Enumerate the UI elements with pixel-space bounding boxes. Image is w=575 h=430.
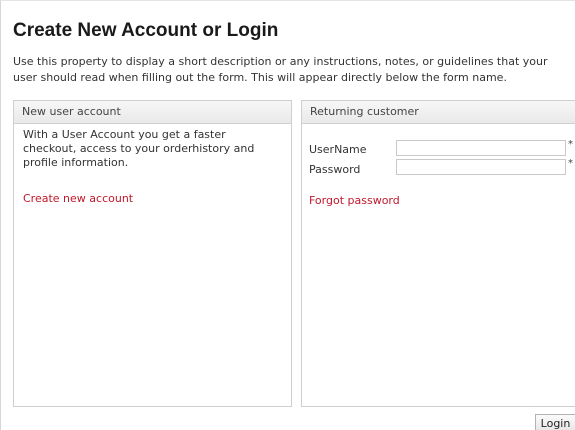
account-login-form: Create New Account or Login Use this pro…: [0, 0, 575, 430]
login-button[interactable]: Login: [535, 414, 575, 430]
username-required-mark: *: [568, 139, 573, 150]
returning-customer-panel: Returning customer UserName * Password *…: [301, 100, 575, 407]
username-field[interactable]: [396, 140, 566, 156]
password-field[interactable]: [396, 159, 566, 175]
password-required-mark: *: [568, 158, 573, 169]
returning-customer-panel-header: Returning customer: [302, 101, 575, 124]
form-description: Use this property to display a short des…: [13, 55, 548, 84]
page-title: Create New Account or Login: [13, 20, 279, 41]
new-user-panel: New user account With a User Account you…: [13, 100, 292, 407]
password-label: Password: [309, 163, 361, 176]
new-user-panel-header: New user account: [14, 101, 291, 124]
create-account-link[interactable]: Create new account: [23, 192, 133, 206]
new-user-info-text: With a User Account you get a faster che…: [23, 128, 255, 169]
username-label: UserName: [309, 143, 367, 156]
forgot-password-link[interactable]: Forgot password: [309, 194, 400, 208]
